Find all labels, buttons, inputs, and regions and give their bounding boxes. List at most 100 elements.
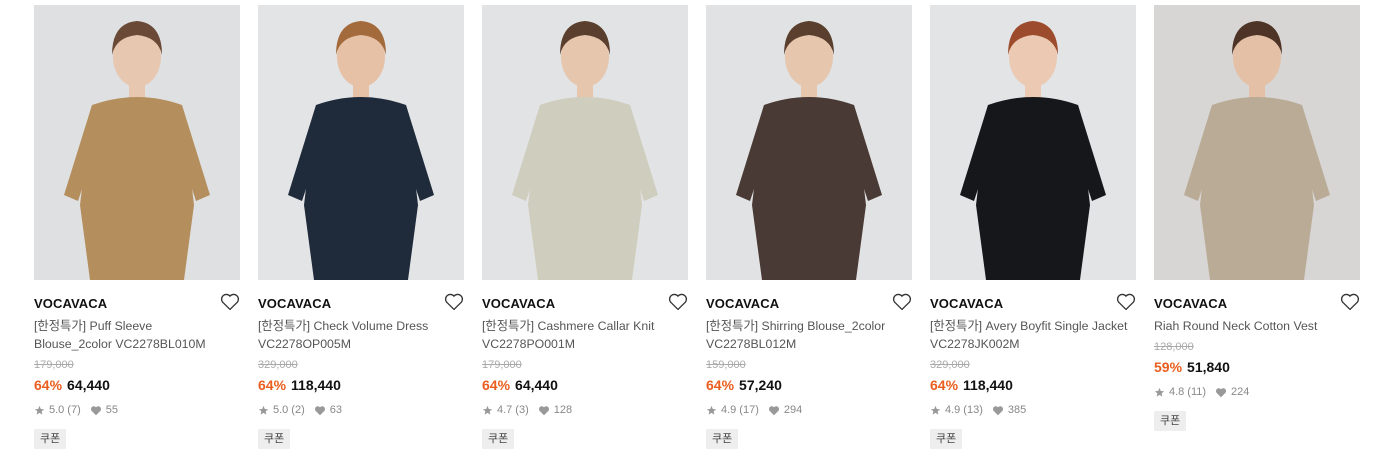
discount-rate: 64% [258, 377, 287, 393]
rating-value: 5.0 [273, 404, 289, 416]
product-grid: VOCAVACA [한정특가] Puff Sleeve Blouse_2colo… [0, 0, 1375, 464]
product-name-line-1: [한정특가] Shirring Blouse_2color [706, 319, 886, 333]
coupon-badge: 쿠폰 [482, 429, 515, 449]
product-image[interactable] [482, 5, 688, 280]
review-meta: 5.0 (7) 55 [34, 403, 240, 417]
product-name[interactable]: Riah Round Neck Cotton Vest [1154, 317, 1360, 335]
brand-name[interactable]: VOCAVACA [1154, 296, 1227, 311]
original-price: 179,000 [34, 359, 74, 371]
wishlist-heart-icon[interactable] [1340, 292, 1360, 311]
review-count: (13) [963, 404, 983, 416]
wishlist-heart-icon[interactable] [892, 292, 912, 311]
star-icon [482, 405, 493, 415]
star-icon [34, 405, 45, 415]
brand-name[interactable]: VOCAVACA [258, 296, 331, 311]
brand-row: VOCAVACA [258, 292, 464, 311]
review-meta: 4.9 (17) 294 [706, 403, 912, 417]
product-photo-art [930, 5, 1136, 280]
product-image[interactable] [930, 5, 1136, 280]
original-price: 329,000 [930, 359, 970, 371]
product-photo-art [482, 5, 688, 280]
product-card[interactable]: VOCAVACA [한정특가] Avery Boyfit Single Jack… [930, 5, 1136, 449]
product-image[interactable] [706, 5, 912, 280]
coupon-badge: 쿠폰 [706, 429, 739, 449]
product-name[interactable]: [한정특가] Puff Sleeve Blouse_2color VC2278B… [34, 317, 240, 353]
heart-filled-icon [314, 405, 325, 415]
product-name-line-2: VC2278PO001M [482, 337, 575, 351]
original-price: 179,000 [482, 359, 522, 371]
sale-price: 64,440 [67, 377, 110, 393]
like-count: 294 [783, 404, 803, 416]
brand-name[interactable]: VOCAVACA [930, 296, 1003, 311]
like-count: 63 [329, 404, 342, 416]
product-name-line-1: Riah Round Neck Cotton Vest [1154, 319, 1318, 333]
coupon-badge: 쿠폰 [34, 429, 67, 449]
discount-rate: 64% [482, 377, 511, 393]
price-row: 64% 118,440 [258, 376, 464, 394]
product-name-line-1: [한정특가] Avery Boyfit Single Jacket [930, 319, 1128, 333]
product-name-line-1: [한정특가] Puff Sleeve [34, 319, 153, 333]
price-row: 59% 51,840 [1154, 358, 1360, 376]
wishlist-heart-icon[interactable] [444, 292, 464, 311]
like-count: 55 [105, 404, 118, 416]
heart-filled-icon [90, 405, 101, 415]
original-price: 159,000 [706, 359, 746, 371]
original-price: 128,000 [1154, 341, 1194, 353]
product-photo-art [34, 5, 240, 280]
product-name[interactable]: [한정특가] Cashmere Callar Knit VC2278PO001M [482, 317, 688, 353]
review-meta: 5.0 (2) 63 [258, 403, 464, 417]
product-name-line-1: [한정특가] Cashmere Callar Knit [482, 319, 655, 333]
product-name-line-2: VC2278BL012M [706, 337, 797, 351]
discount-rate: 59% [1154, 359, 1183, 375]
product-image[interactable] [1154, 5, 1360, 280]
sale-price: 118,440 [963, 377, 1013, 393]
like-count: 128 [553, 404, 573, 416]
product-card[interactable]: VOCAVACA Riah Round Neck Cotton Vest 128… [1154, 5, 1360, 431]
review-meta: 4.7 (3) 128 [482, 403, 688, 417]
product-image[interactable] [34, 5, 240, 280]
coupon-badge: 쿠폰 [930, 429, 963, 449]
product-name[interactable]: [한정특가] Shirring Blouse_2color VC2278BL01… [706, 317, 912, 353]
wishlist-heart-icon[interactable] [1116, 292, 1136, 311]
wishlist-heart-icon[interactable] [220, 292, 240, 311]
product-name[interactable]: [한정특가] Avery Boyfit Single Jacket VC2278… [930, 317, 1136, 353]
rating-value: 4.9 [721, 404, 737, 416]
brand-row: VOCAVACA [1154, 292, 1360, 311]
rating-value: 4.7 [497, 404, 513, 416]
sale-price: 57,240 [739, 377, 782, 393]
product-name[interactable]: [한정특가] Check Volume Dress VC2278OP005M [258, 317, 464, 353]
product-card[interactable]: VOCAVACA [한정특가] Shirring Blouse_2color V… [706, 5, 912, 449]
rating-value: 5.0 [49, 404, 65, 416]
brand-name[interactable]: VOCAVACA [706, 296, 779, 311]
heart-filled-icon [538, 405, 549, 415]
wishlist-heart-icon[interactable] [668, 292, 688, 311]
star-icon [930, 405, 941, 415]
discount-rate: 64% [930, 377, 959, 393]
product-card[interactable]: VOCAVACA [한정특가] Check Volume Dress VC227… [258, 5, 464, 449]
product-card[interactable]: VOCAVACA [한정특가] Cashmere Callar Knit VC2… [482, 5, 688, 449]
review-count: (7) [67, 404, 81, 416]
star-icon [706, 405, 717, 415]
brand-row: VOCAVACA [930, 292, 1136, 311]
review-count: (11) [1187, 386, 1207, 398]
product-name-line-1: [한정특가] Check Volume Dress [258, 319, 429, 333]
review-meta: 4.9 (13) 385 [930, 403, 1136, 417]
price-row: 64% 57,240 [706, 376, 912, 394]
review-count: (3) [515, 404, 529, 416]
price-row: 64% 64,440 [34, 376, 240, 394]
brand-row: VOCAVACA [34, 292, 240, 311]
brand-name[interactable]: VOCAVACA [482, 296, 555, 311]
coupon-badge: 쿠폰 [258, 429, 291, 449]
product-card[interactable]: VOCAVACA [한정특가] Puff Sleeve Blouse_2colo… [34, 5, 240, 449]
review-count: (2) [291, 404, 305, 416]
rating-value: 4.8 [1169, 386, 1185, 398]
sale-price: 51,840 [1187, 359, 1230, 375]
coupon-badge: 쿠폰 [1154, 411, 1187, 431]
brand-row: VOCAVACA [706, 292, 912, 311]
brand-name[interactable]: VOCAVACA [34, 296, 107, 311]
discount-rate: 64% [706, 377, 735, 393]
product-image[interactable] [258, 5, 464, 280]
like-count: 385 [1007, 404, 1027, 416]
product-photo-art [706, 5, 912, 280]
price-row: 64% 118,440 [930, 376, 1136, 394]
